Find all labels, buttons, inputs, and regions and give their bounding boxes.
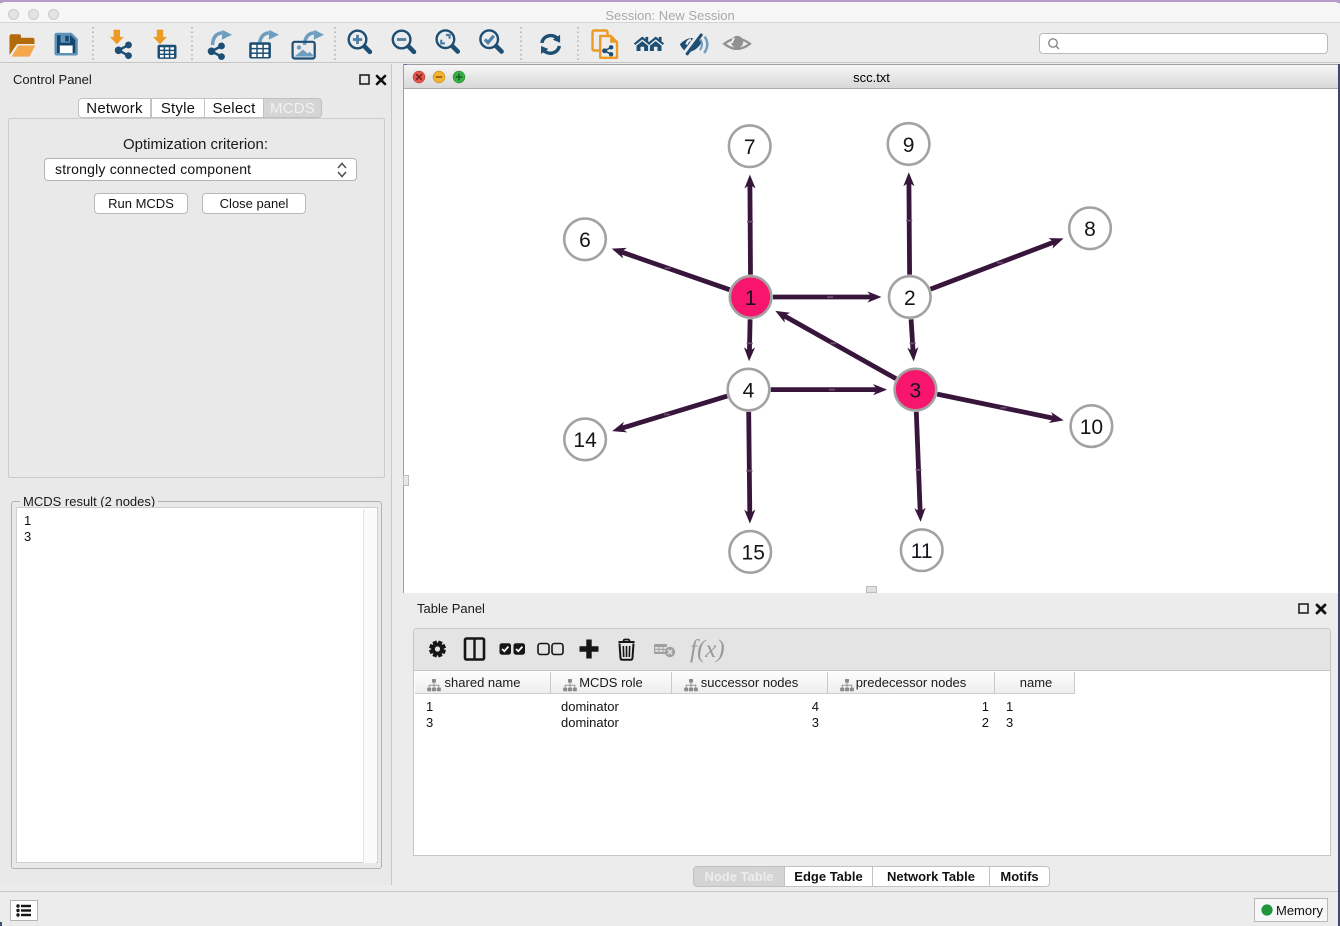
svg-text:11: 11 (911, 540, 933, 563)
svg-text:1: 1 (745, 287, 757, 310)
svg-text:3: 3 (910, 379, 922, 402)
svg-text:7: 7 (744, 136, 756, 159)
svg-text:4: 4 (743, 379, 755, 402)
svg-text:9: 9 (903, 134, 915, 157)
svg-text:8: 8 (1084, 218, 1096, 241)
svg-text:10: 10 (1080, 416, 1103, 439)
svg-text:14: 14 (573, 429, 597, 452)
svg-text:15: 15 (742, 542, 765, 565)
svg-text:2: 2 (904, 287, 916, 310)
svg-text:6: 6 (579, 229, 591, 252)
svg-text:f(x): f(x) (690, 636, 725, 663)
